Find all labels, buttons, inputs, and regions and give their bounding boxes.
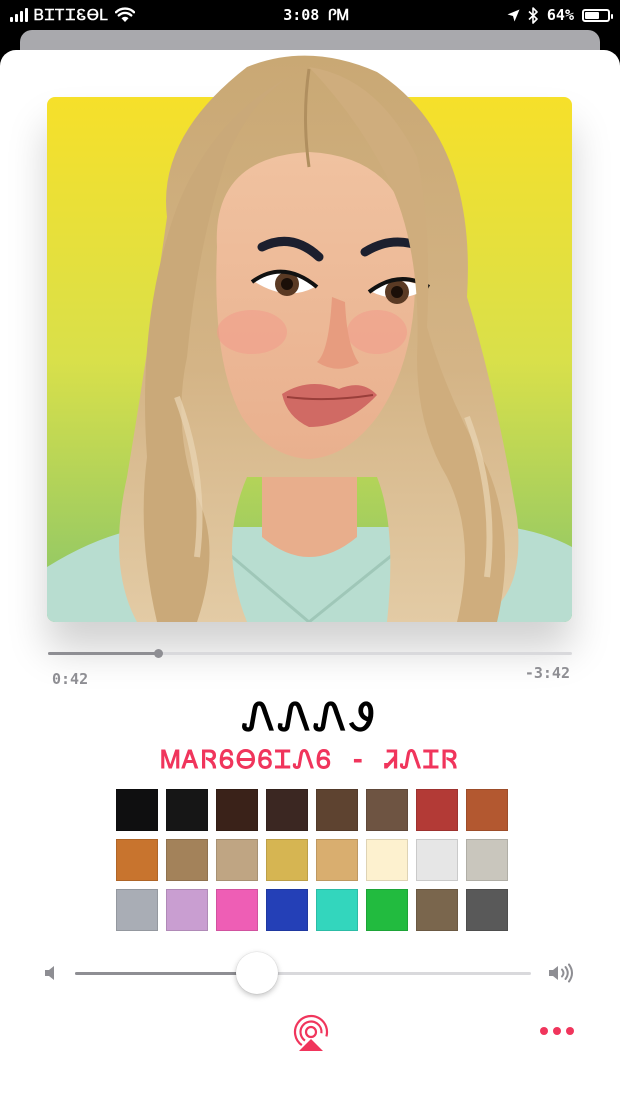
- color-swatch[interactable]: [316, 789, 358, 831]
- playback-scrubber[interactable]: [48, 649, 572, 658]
- color-swatch[interactable]: [416, 839, 458, 881]
- color-swatch[interactable]: [116, 789, 158, 831]
- color-swatch[interactable]: [366, 889, 408, 931]
- album-artwork-image: [47, 55, 572, 622]
- color-swatch[interactable]: [466, 889, 508, 931]
- battery-percent: 64%: [546, 6, 574, 24]
- battery-fill: [585, 11, 600, 19]
- album-artwork: [47, 55, 572, 622]
- playback-scrubber-handle[interactable]: [154, 649, 164, 658]
- playback-progress-fill: [48, 652, 159, 655]
- color-swatch[interactable]: [116, 839, 158, 881]
- track-title[interactable]: ᏁᏁᏁᏭ: [0, 695, 620, 740]
- color-swatch[interactable]: [216, 839, 258, 881]
- color-swatch[interactable]: [366, 839, 408, 881]
- color-swatch[interactable]: [416, 889, 458, 931]
- color-swatch[interactable]: [366, 789, 408, 831]
- status-left: ᏴᏆᎢᏆᏋᎾᏞ: [10, 6, 136, 24]
- status-time: 3:08 ᎵᎷ: [283, 6, 349, 24]
- color-swatch[interactable]: [166, 839, 208, 881]
- volume-fill: [75, 972, 258, 975]
- more-dot-icon: [540, 1027, 548, 1035]
- color-swatch[interactable]: [166, 789, 208, 831]
- more-dot-icon: [566, 1027, 574, 1035]
- status-bar: ᏴᏆᎢᏆᏋᎾᏞ 3:08 ᎵᎷ 64%: [0, 0, 620, 30]
- track-artist[interactable]: ᎷᎪᏒᏮᎾᏮᏆᏁᏮ - ᏘᏁᏆᏒ: [0, 745, 620, 775]
- location-icon: [507, 9, 520, 21]
- color-swatch[interactable]: [466, 789, 508, 831]
- color-swatch[interactable]: [116, 889, 158, 931]
- wifi-icon: [115, 7, 136, 22]
- volume-slider[interactable]: [75, 952, 531, 994]
- color-swatch[interactable]: [416, 789, 458, 831]
- elapsed-time: 0:42: [52, 670, 89, 688]
- color-swatch[interactable]: [216, 889, 258, 931]
- volume-low-icon: [45, 966, 54, 980]
- remaining-time: -3:42: [524, 664, 570, 682]
- more-options-button[interactable]: [540, 1024, 576, 1038]
- volume-high-icon: [549, 963, 573, 983]
- signal-icon: [10, 8, 28, 22]
- airplay-icon[interactable]: [292, 1014, 330, 1052]
- color-swatch[interactable]: [466, 839, 508, 881]
- battery-icon: [582, 8, 613, 22]
- more-dot-icon: [553, 1027, 561, 1035]
- color-swatch-grid: [116, 789, 508, 931]
- color-swatch[interactable]: [216, 789, 258, 831]
- bluetooth-icon: [528, 6, 538, 24]
- color-swatch[interactable]: [266, 889, 308, 931]
- color-swatch[interactable]: [166, 889, 208, 931]
- color-swatch[interactable]: [316, 889, 358, 931]
- color-swatch[interactable]: [316, 839, 358, 881]
- color-swatch[interactable]: [266, 839, 308, 881]
- status-right: 64%: [507, 6, 613, 24]
- color-swatch[interactable]: [266, 789, 308, 831]
- carrier-name: ᏴᏆᎢᏆᏋᎾᏞ: [34, 6, 110, 24]
